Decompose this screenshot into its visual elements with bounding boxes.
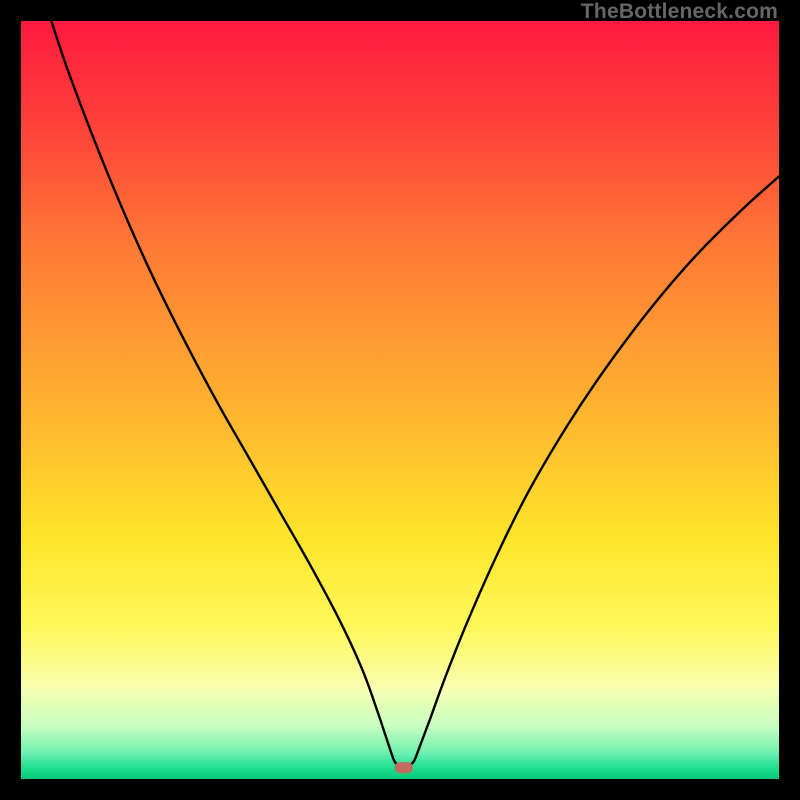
watermark-text: TheBottleneck.com — [581, 0, 778, 24]
chart-frame — [21, 21, 779, 779]
chart-gradient-area — [21, 21, 779, 779]
bottleneck-chart — [21, 21, 779, 779]
optimum-marker — [395, 762, 413, 773]
